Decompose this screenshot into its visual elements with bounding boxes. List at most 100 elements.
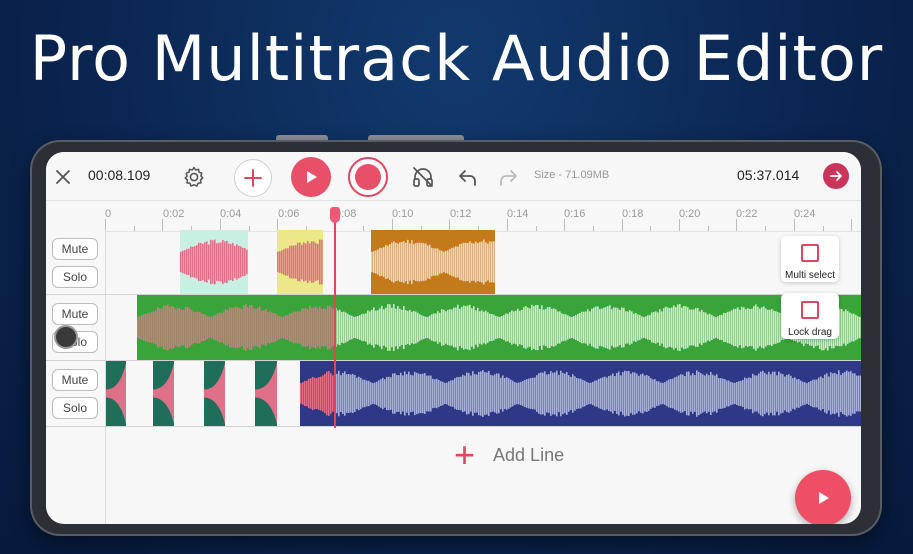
waveform-bar: [741, 306, 743, 349]
export-button[interactable]: [823, 163, 849, 189]
multi-select-toggle[interactable]: Multi select: [781, 236, 839, 282]
timeline-ruler[interactable]: 0 0:02 0:04 0:06 0:08 0:10 0:12 0:14 0:1…: [46, 200, 861, 232]
waveform-bar: [415, 311, 417, 344]
waveform-bar: [694, 375, 696, 412]
audio-clip[interactable]: [255, 361, 277, 426]
waveform-bar: [477, 307, 479, 348]
waveform-bar: [529, 308, 531, 347]
playhead-handle[interactable]: [330, 207, 340, 223]
waveform-bar: [472, 371, 474, 416]
waveform-bar: [604, 376, 606, 411]
waveform-bar: [768, 371, 770, 416]
solo-button[interactable]: Solo: [52, 397, 98, 419]
audio-clip[interactable]: [137, 295, 861, 360]
audio-clip[interactable]: [153, 361, 174, 426]
settings-button[interactable]: [180, 163, 208, 191]
waveform-bar: [451, 247, 453, 277]
waveform-bar: [521, 309, 523, 346]
waveform-bar: [655, 311, 657, 344]
waveform-bar: [325, 308, 327, 347]
waveform-bar: [311, 307, 313, 348]
waveform-bar: [782, 374, 784, 413]
close-button[interactable]: [52, 166, 74, 188]
waveform-bar: [763, 306, 765, 349]
waveform-bar: [227, 310, 229, 345]
waveform-bar: [377, 249, 379, 275]
waveform-bar: [356, 377, 358, 410]
waveform-bar: [544, 371, 546, 416]
waveform-bar: [629, 310, 631, 345]
waveform-bar: [223, 311, 225, 344]
waveform-bar: [442, 381, 444, 406]
redo-button[interactable]: [495, 164, 521, 190]
waveform-bar: [283, 316, 285, 339]
waveform: [371, 239, 495, 285]
audio-clip[interactable]: [106, 361, 126, 426]
waveform-bar: [488, 370, 490, 417]
waveform-bar: [776, 375, 778, 412]
waveform-bar: [790, 375, 792, 412]
mute-button[interactable]: Mute: [52, 369, 98, 391]
add-line-button[interactable]: + Add Line: [454, 437, 564, 473]
waveform-bar: [516, 382, 518, 405]
lock-drag-toggle[interactable]: Lock drag: [781, 293, 839, 339]
waveform-bar: [658, 381, 660, 406]
mute-button[interactable]: Mute: [52, 238, 98, 260]
waveform-bar: [561, 313, 563, 342]
waveform-bar: [526, 379, 528, 408]
waveform-bar: [457, 304, 459, 351]
waveform-bar: [698, 371, 700, 416]
waveform-bar: [769, 309, 771, 346]
waveform-bar: [695, 308, 697, 347]
waveform-bar: [468, 372, 470, 415]
waveform-bar: [366, 380, 368, 407]
audio-clip[interactable]: [300, 361, 861, 426]
waveform-bar: [676, 376, 678, 411]
waveform-bar: [711, 314, 713, 341]
waveform-bar: [441, 309, 443, 346]
add-track-button[interactable]: [234, 159, 272, 197]
mute-button[interactable]: Mute: [52, 303, 98, 325]
drag-grip-icon[interactable]: [54, 325, 78, 349]
record-button[interactable]: [348, 157, 388, 197]
solo-button[interactable]: Solo: [52, 266, 98, 288]
waveform-bar: [559, 311, 561, 344]
waveform-bar: [163, 305, 165, 350]
waveform-bar: [491, 313, 493, 342]
waveform-bar: [659, 309, 661, 346]
waveform-bar: [437, 311, 439, 344]
audio-clip[interactable]: [371, 230, 495, 294]
floating-play-button[interactable]: [795, 470, 851, 524]
audio-clip[interactable]: [277, 230, 323, 294]
playhead[interactable]: [334, 218, 336, 428]
waveform-bar: [860, 375, 861, 412]
audio-clip[interactable]: [204, 361, 225, 426]
waveform-bar: [425, 243, 427, 281]
tick-label: 0:12: [450, 208, 472, 220]
waveform-bar: [481, 241, 483, 283]
waveform-bar: [445, 250, 447, 274]
waveform-bar: [554, 372, 556, 415]
waveform-bar: [313, 307, 315, 348]
waveform-bar: [263, 310, 265, 345]
waveform-bar: [621, 307, 623, 348]
waveform: [106, 363, 126, 424]
waveform-bar: [567, 315, 569, 340]
waveform-bar: [693, 309, 695, 346]
waveform-bar: [710, 371, 712, 416]
waveform-bar: [259, 306, 261, 349]
headphones-toggle[interactable]: [410, 164, 436, 190]
waveform-bar: [842, 372, 844, 415]
waveform-bar: [578, 378, 580, 409]
undo-button[interactable]: [455, 164, 481, 190]
audio-clip[interactable]: [180, 230, 248, 294]
waveform-bar: [378, 380, 380, 407]
waveform-bar: [503, 315, 505, 340]
waveform-bar: [231, 307, 233, 348]
waveform-bar: [188, 248, 190, 276]
play-button[interactable]: [291, 157, 331, 197]
waveform-bar: [249, 304, 251, 351]
waveform-bar: [159, 308, 161, 347]
waveform-bar: [367, 310, 369, 345]
waveform-bar: [804, 382, 806, 405]
